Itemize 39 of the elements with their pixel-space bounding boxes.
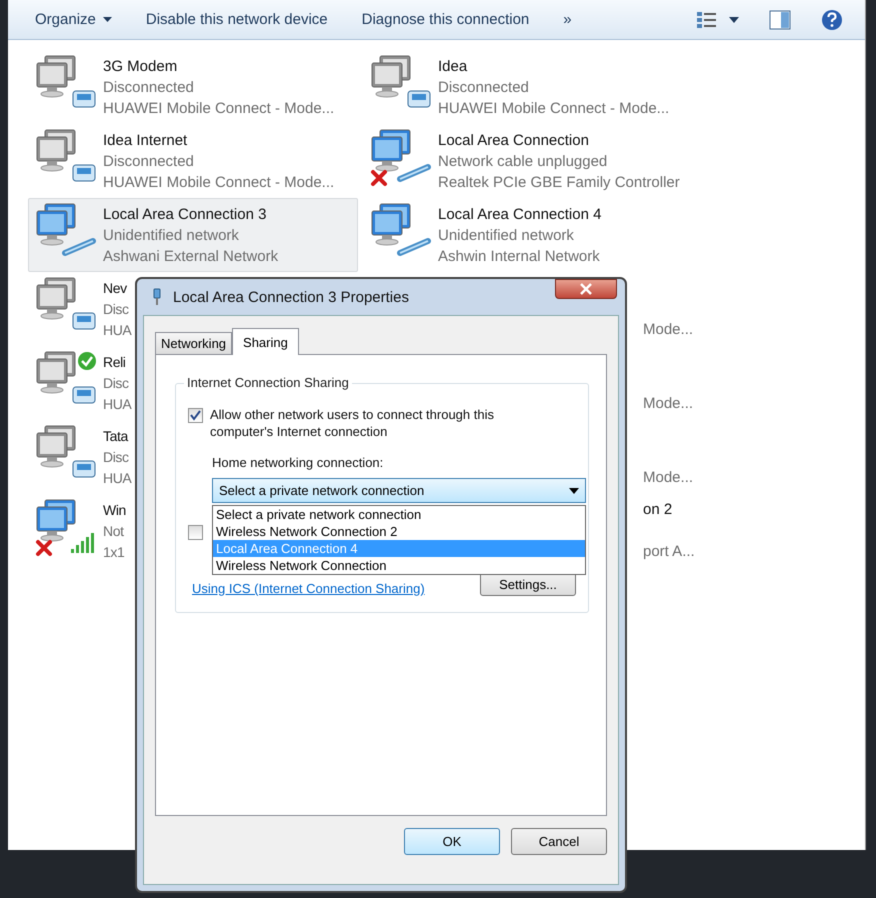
connection-status: Disc: [103, 374, 130, 393]
group-title: Internet Connection Sharing: [184, 375, 352, 390]
device-name: Mode...: [643, 468, 694, 488]
checkbox-label: Allow other network users to connect through this computer's Internet connection: [210, 406, 495, 440]
connection-status: Not: [103, 522, 125, 541]
connection-name: Idea Internet: [103, 131, 188, 151]
connection-name: on 2: [643, 500, 674, 520]
device-name: Ashwani External Network: [103, 247, 278, 267]
device-name: Mode...: [643, 320, 694, 340]
connection-name: Local Area Connection 4: [438, 205, 602, 225]
dialog-title: Local Area Connection 3 Properties: [173, 288, 409, 306]
connection-status: Disconnected: [103, 152, 195, 172]
device-name: Ashwin Internal Network: [438, 247, 601, 267]
connection-status: Network cable unplugged: [438, 152, 608, 172]
device-name: HUA: [103, 395, 132, 414]
connection-name: Tata: [103, 427, 130, 446]
connection-status: Disc: [103, 300, 130, 319]
connection-name: Local Area Connection 3: [103, 205, 268, 225]
connection-name: Win: [103, 501, 126, 520]
connection-status: Disconnected: [438, 78, 530, 98]
device-name: port A...: [643, 542, 696, 562]
device-name: HUAWEI Mobile Connect - Mode...: [103, 173, 334, 193]
field-label: Home networking connection:: [212, 455, 384, 470]
connection-name: Nev: [103, 279, 128, 298]
connection-status: Unidentified network: [438, 226, 575, 246]
device-name: 1x1: [103, 543, 126, 562]
connection-name: Local Area Connection: [438, 131, 590, 151]
device-name: HUA: [103, 469, 132, 488]
connection-status: Unidentified network: [103, 226, 240, 246]
device-name: HUA: [103, 321, 132, 340]
device-name: Mode...: [643, 394, 694, 414]
connection-name: Reli: [103, 353, 127, 372]
connection-status: Disconnected: [103, 78, 195, 98]
connection-name: 3G Modem: [103, 57, 178, 77]
device-name: Realtek PCIe GBE Family Controller: [438, 173, 680, 193]
connection-status: Disc: [103, 448, 130, 467]
connection-name: Idea: [438, 57, 468, 77]
device-name: HUAWEI Mobile Connect - Mode...: [438, 99, 670, 119]
device-name: HUAWEI Mobile Connect - Mode...: [103, 99, 334, 119]
